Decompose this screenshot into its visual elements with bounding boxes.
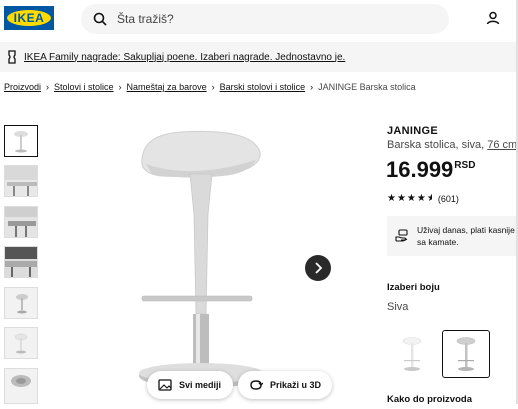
product-name: JANINGE xyxy=(387,125,438,137)
product-main-image[interactable] xyxy=(42,104,342,404)
gallery-thumbnail[interactable] xyxy=(4,368,38,404)
next-image-button[interactable] xyxy=(305,255,331,281)
view-3d-button[interactable]: Prikaži u 3D xyxy=(238,371,332,399)
color-swatch-white[interactable] xyxy=(388,330,436,378)
payment-promo-text: Uživaj danas, plati kasnije sa kamate. xyxy=(417,225,515,247)
hand-money-icon xyxy=(395,229,408,242)
rotate-3d-icon xyxy=(250,380,263,390)
delivery-heading: Kako do proizvoda xyxy=(387,394,472,405)
all-media-button[interactable]: Svi mediji xyxy=(147,371,233,399)
product-description: Barska stolica, siva, 76 cm xyxy=(387,139,517,151)
gallery-thumbnail[interactable] xyxy=(4,327,38,359)
search-icon xyxy=(93,12,107,26)
family-banner[interactable]: IKEA Family nagrade: Sakupljaj poene. Iz… xyxy=(0,42,518,72)
chevron-right-icon: › xyxy=(310,82,314,92)
breadcrumb-item-bar-stools[interactable]: Barski stolovi i stolice xyxy=(220,82,306,92)
gallery-thumbnail[interactable] xyxy=(4,125,38,157)
breadcrumb: Proizvodi › Stolovi i stolice › Nameštaj z… xyxy=(4,82,416,92)
breadcrumb-item-bar-furniture[interactable]: Nameštaj za barove xyxy=(127,82,207,92)
user-icon[interactable] xyxy=(486,11,500,30)
gallery-thumbnail[interactable] xyxy=(4,206,38,238)
breadcrumb-current: JANINGE Barska stolica xyxy=(318,82,416,92)
gallery-thumbnail[interactable] xyxy=(4,246,38,278)
size-link[interactable]: 76 cm xyxy=(487,139,517,151)
gallery-thumbnail[interactable] xyxy=(4,287,38,319)
all-media-label: Svi mediji xyxy=(179,380,222,390)
product-price: 16.999 RSD xyxy=(386,157,475,183)
price-value: 16.999 xyxy=(386,157,454,182)
chevron-right-icon xyxy=(315,262,323,274)
gallery-thumbnail[interactable] xyxy=(4,165,38,197)
breadcrumb-item-tables-chairs[interactable]: Stolovi i stolice xyxy=(54,82,114,92)
chevron-right-icon: › xyxy=(211,82,215,92)
chevron-right-icon: › xyxy=(46,82,50,92)
search-placeholder: Šta tražiš? xyxy=(117,12,174,26)
search-input[interactable]: Šta tražiš? xyxy=(81,4,449,34)
breadcrumb-item-products[interactable]: Proizvodi xyxy=(4,82,41,92)
ikea-logo[interactable]: IKEA xyxy=(4,6,54,30)
color-heading: Izaberi boju xyxy=(387,282,440,293)
rating-count: (601) xyxy=(437,193,459,204)
payment-promo[interactable]: Uživaj danas, plati kasnije sa kamate. xyxy=(387,216,518,256)
product-description-text: Barska stolica, siva, xyxy=(387,139,485,151)
family-banner-text[interactable]: IKEA Family nagrade: Sakupljaj poene. Iz… xyxy=(24,52,345,63)
ikea-logo-text: IKEA xyxy=(7,10,51,26)
view-3d-label: Prikaži u 3D xyxy=(270,380,322,390)
price-currency: RSD xyxy=(454,160,476,171)
star-rating-icon: ★★★★★ xyxy=(387,193,432,204)
chevron-right-icon: › xyxy=(118,82,122,92)
color-swatch-grey[interactable] xyxy=(442,330,490,378)
ticket-icon xyxy=(8,50,16,64)
selected-color: Siva xyxy=(387,301,409,313)
gallery-icon xyxy=(158,379,172,391)
product-rating[interactable]: ★★★★★ (601) xyxy=(387,193,459,204)
